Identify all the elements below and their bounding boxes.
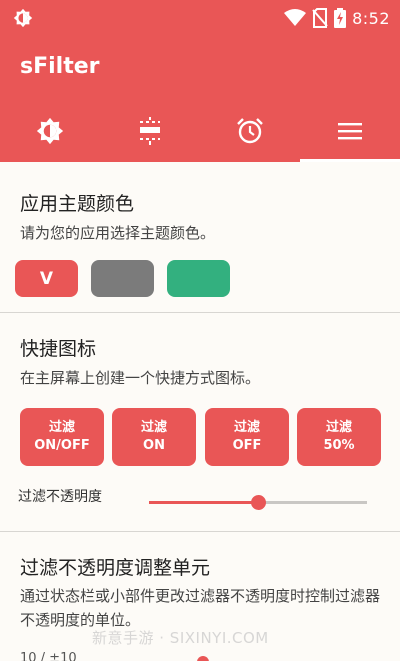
- button-line1: 过滤: [325, 420, 352, 435]
- opacity-slider-thumb[interactable]: [251, 495, 266, 510]
- opacity-slider-fill: [149, 501, 258, 504]
- wifi-icon: [284, 9, 307, 26]
- brightness-icon: [13, 8, 33, 28]
- settings-content: 应用主题颜色 请为您的应用选择主题颜色。 V 快捷图标 在主屏幕上创建一个快捷方…: [0, 162, 400, 661]
- brightness-icon: [36, 117, 64, 145]
- button-line2: ON: [143, 438, 165, 453]
- button-line2: ON/OFF: [34, 438, 90, 453]
- watermark: 新意手游 · SIXINYI.COM: [92, 629, 269, 647]
- tab-alarm[interactable]: [200, 100, 300, 162]
- button-line2: OFF: [232, 438, 262, 453]
- theme-swatch-red[interactable]: V: [15, 260, 78, 297]
- alarm-icon: [237, 118, 263, 144]
- section-divider: [0, 312, 400, 313]
- theme-section-title: 应用主题颜色: [20, 193, 135, 215]
- theme-section-description: 请为您的应用选择主题颜色。: [20, 224, 216, 242]
- filter-50-shortcut-button[interactable]: 过滤 50%: [297, 408, 381, 466]
- tab-screen-filter[interactable]: [100, 100, 200, 162]
- status-time: 8:52: [352, 8, 390, 28]
- tab-bar: [0, 100, 400, 162]
- status-bar: 8:52: [0, 0, 400, 36]
- opacity-unit-section-title: 过滤不透明度调整单元: [20, 557, 211, 579]
- shortcut-section-title: 快捷图标: [20, 338, 97, 360]
- theme-swatch-gray[interactable]: [91, 260, 154, 297]
- menu-icon: [338, 123, 362, 140]
- button-line1: 过滤: [233, 420, 260, 435]
- screen-filter-icon: [140, 117, 160, 145]
- opacity-unit-slider-thumb[interactable]: [197, 656, 209, 661]
- tab-menu[interactable]: [300, 100, 400, 162]
- selected-check-label: V: [39, 268, 54, 289]
- opacity-slider-label: 过滤不透明度: [18, 489, 102, 505]
- button-line1: 过滤: [48, 420, 75, 435]
- shortcut-section-description: 在主屏幕上创建一个快捷方式图标。: [20, 369, 261, 387]
- filter-on-off-shortcut-button[interactable]: 过滤 ON/OFF: [20, 408, 104, 466]
- button-line2: 50%: [323, 438, 355, 453]
- no-sim-icon: [312, 8, 328, 28]
- battery-charging-icon: [334, 8, 347, 28]
- section-divider: [0, 531, 400, 532]
- filter-off-shortcut-button[interactable]: 过滤 OFF: [205, 408, 289, 466]
- filter-on-shortcut-button[interactable]: 过滤 ON: [112, 408, 196, 466]
- app-bar: sFilter: [0, 36, 400, 100]
- button-line1: 过滤: [140, 420, 167, 435]
- tab-brightness[interactable]: [0, 100, 100, 162]
- theme-swatch-green[interactable]: [167, 260, 230, 297]
- app-title: sFilter: [20, 54, 100, 79]
- opacity-unit-section-description: 通过状态栏或小部件更改过滤器不透明度时控制过滤器不透明度的单位。: [20, 587, 381, 629]
- opacity-slider[interactable]: [149, 495, 367, 510]
- opacity-unit-value: 10 / ±10: [20, 651, 77, 661]
